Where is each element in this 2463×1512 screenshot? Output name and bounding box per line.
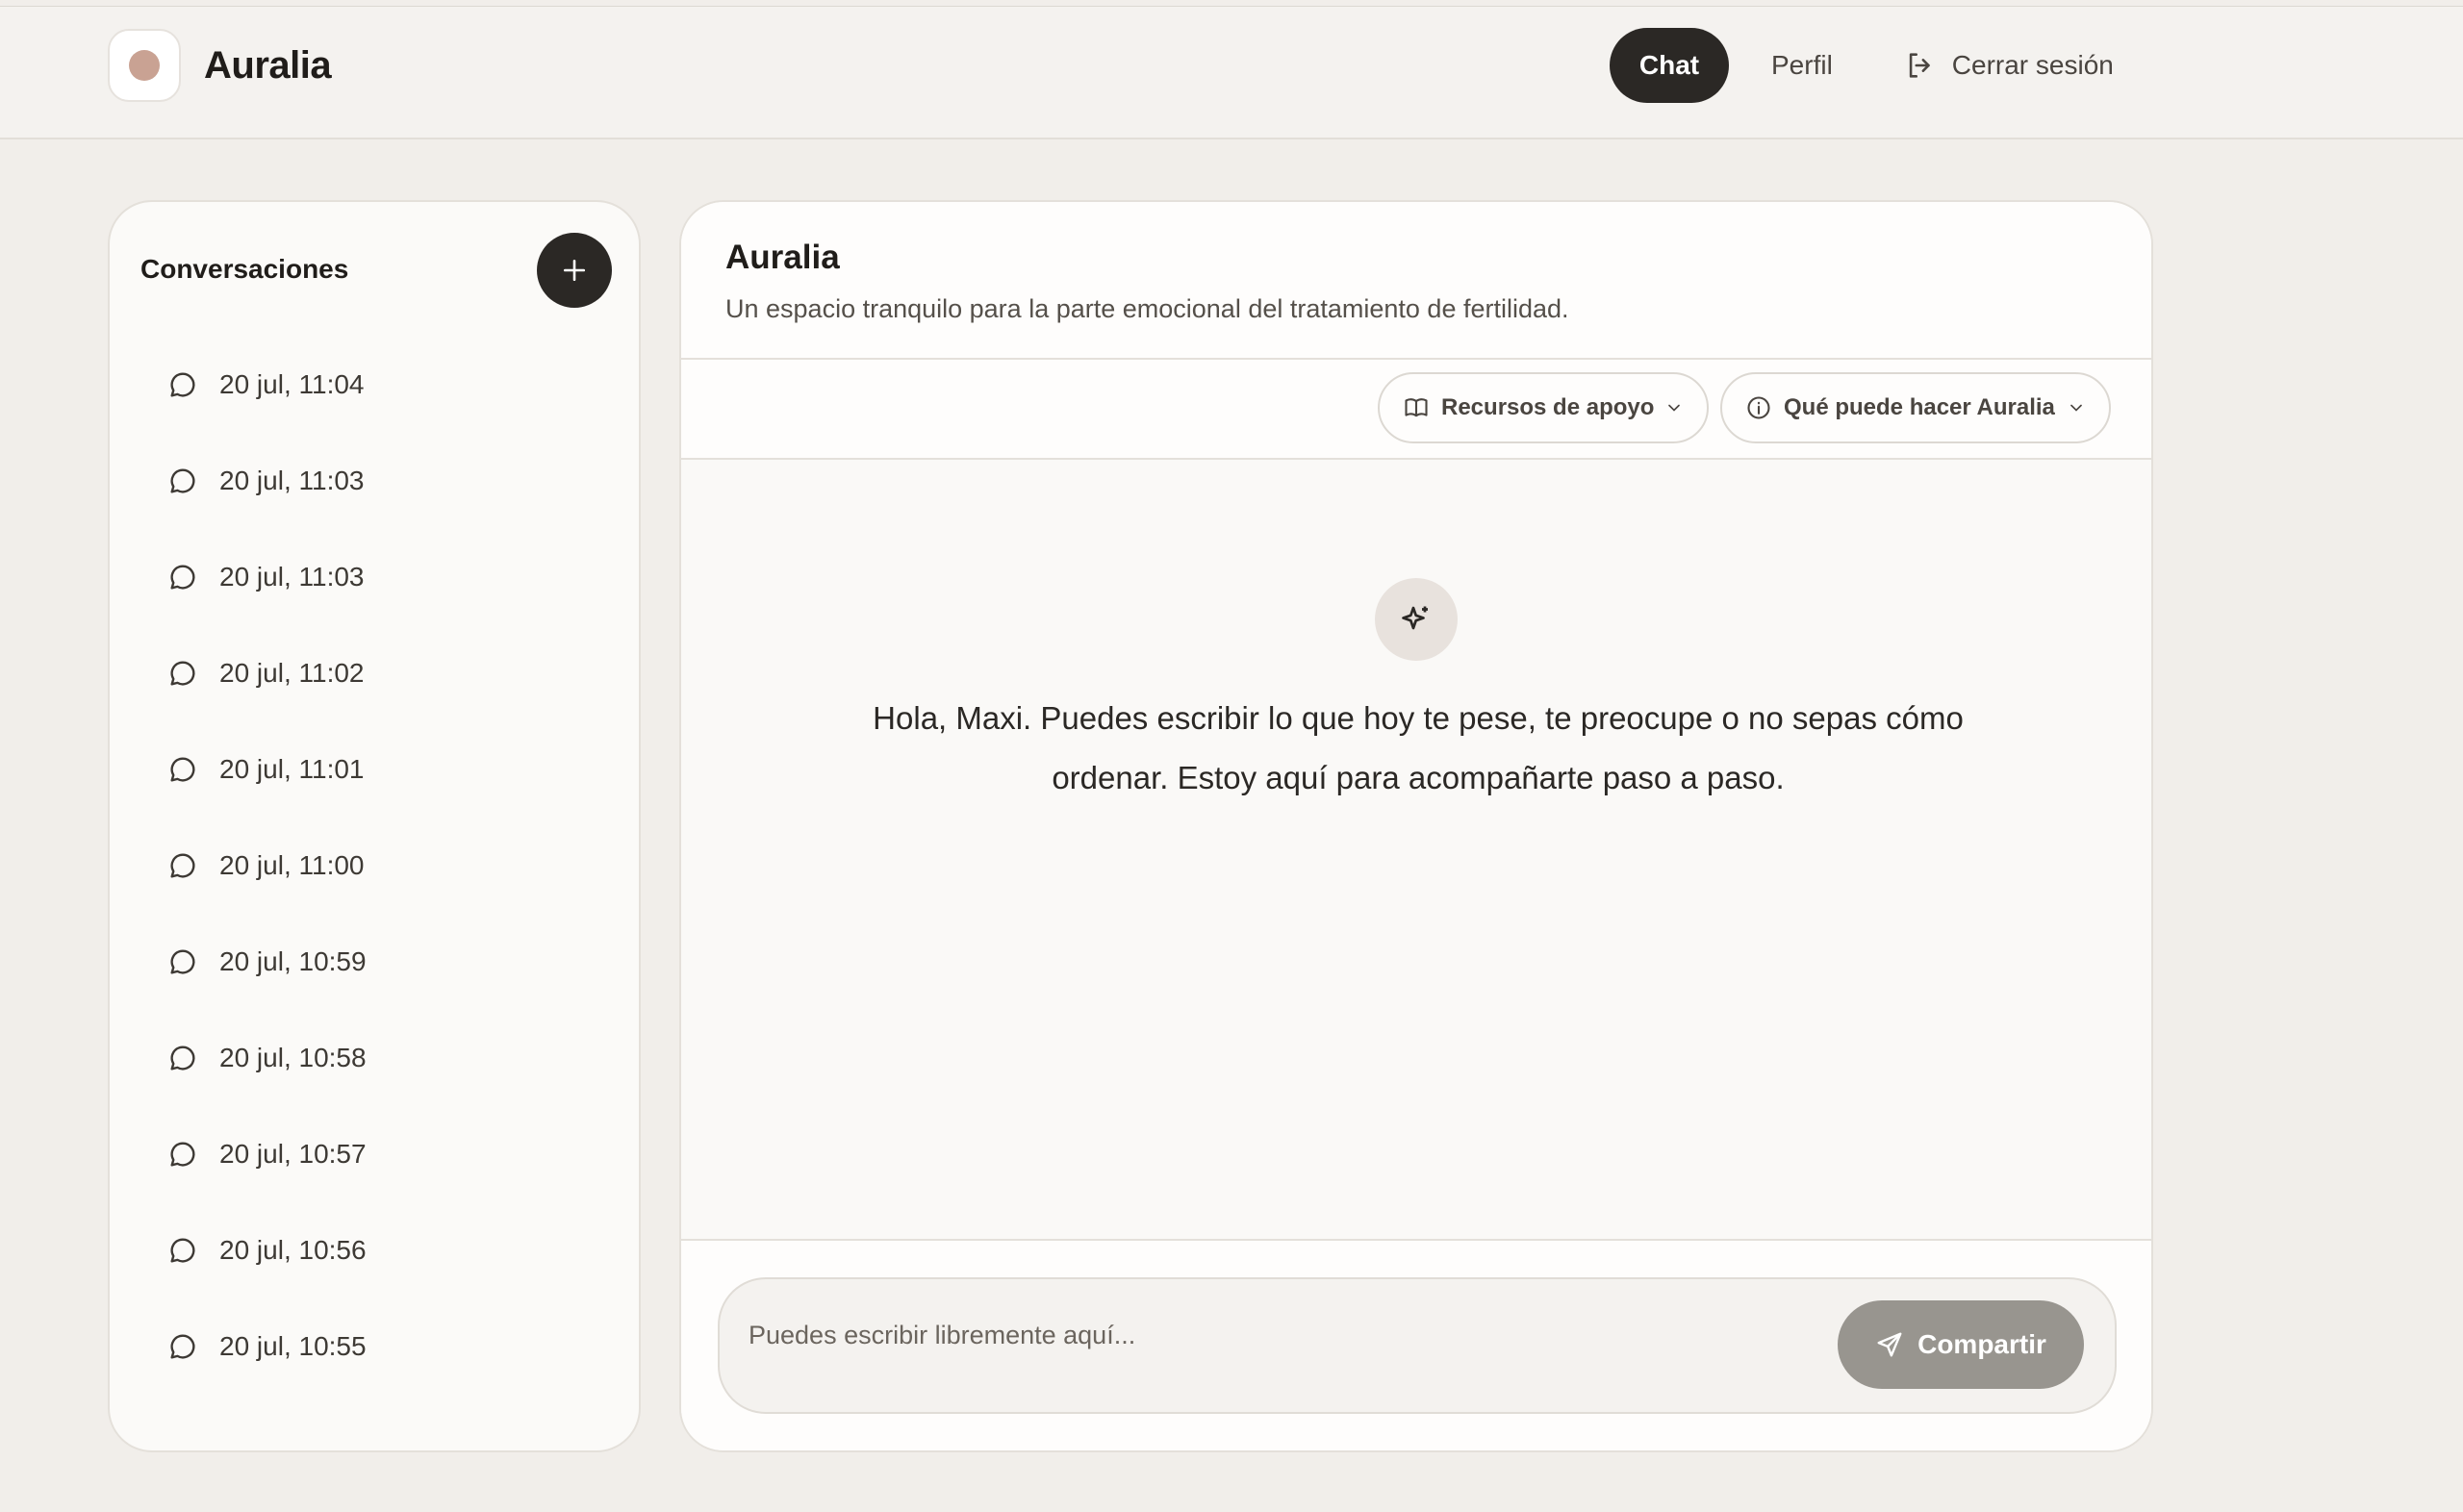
share-label: Compartir [1917, 1329, 2046, 1359]
chevron-down-icon [1668, 404, 1680, 412]
top-bar: Auralia Chat Perfil Cerrar sesión [0, 6, 2463, 139]
nav-chat-tab[interactable]: Chat [1610, 28, 1729, 103]
conversation-item-label: 20 jul, 11:03 [219, 466, 365, 495]
chat-panel: Auralia Un espacio tranquilo para la par… [679, 200, 2153, 1452]
chat-bubble-icon [170, 661, 195, 686]
conversation-item-label: 20 jul, 11:01 [219, 754, 365, 784]
conversation-item[interactable]: 20 jul, 11:01 [167, 721, 367, 818]
chat-bubble-icon [170, 757, 195, 782]
brand[interactable]: Auralia [108, 29, 332, 102]
chat-bubble-icon [170, 1334, 195, 1359]
welcome-area: Hola, Maxi. Puedes escribir lo que hoy t… [681, 460, 2151, 1239]
conversation-item[interactable]: 20 jul, 11:04 [167, 337, 367, 433]
chat-header: Auralia Un espacio tranquilo para la par… [681, 202, 2151, 360]
chat-bubble-icon [170, 565, 195, 590]
info-icon [1747, 396, 1770, 419]
conversation-item[interactable]: 20 jul, 11:03 [167, 529, 367, 625]
conversation-item-label: 20 jul, 11:00 [219, 850, 365, 880]
conversation-list: 20 jul, 11:04 20 jul, 11:03 20 jul, 11:0… [167, 337, 367, 1395]
conversation-item[interactable]: 20 jul, 10:55 [167, 1298, 367, 1395]
brand-logo [108, 29, 181, 102]
main-nav: Chat Perfil Cerrar sesión [1610, 28, 2114, 103]
conversation-item-label: 20 jul, 10:58 [219, 1043, 367, 1072]
conversation-item[interactable]: 20 jul, 10:58 [167, 1010, 367, 1106]
about-auralia-label: Qué puede hacer Auralia [1784, 394, 2055, 420]
chat-bubble-icon [170, 1046, 195, 1071]
logout-button[interactable]: Cerrar sesión [1904, 49, 2114, 82]
composer-area: Compartir [681, 1239, 2151, 1450]
chat-bubble-icon [170, 372, 195, 397]
conversation-item[interactable]: 20 jul, 11:00 [167, 818, 367, 914]
chat-subtitle: Un espacio tranquilo para la parte emoci… [725, 294, 1569, 323]
chat-bubble-icon [170, 1238, 195, 1263]
support-resources-dropdown[interactable]: Recursos de apoyo [1378, 372, 1709, 443]
message-composer: Compartir [718, 1277, 2117, 1414]
chat-bubble-icon [170, 853, 195, 878]
sidebar-title: Conversaciones [140, 254, 349, 284]
conversation-item-label: 20 jul, 11:04 [219, 369, 365, 399]
conversation-item[interactable]: 20 jul, 11:02 [167, 625, 367, 721]
chat-bubble-icon [170, 949, 195, 974]
logout-icon [1909, 53, 1930, 78]
sparkles-icon [1375, 578, 1458, 661]
book-icon [1405, 398, 1428, 417]
message-input[interactable] [749, 1316, 1711, 1354]
chevron-down-icon [2070, 404, 2082, 412]
logout-label: Cerrar sesión [1951, 50, 2114, 80]
conversation-item[interactable]: 20 jul, 10:57 [167, 1106, 367, 1202]
conversation-item-label: 20 jul, 10:55 [219, 1331, 367, 1361]
share-button[interactable]: Compartir [1838, 1300, 2084, 1389]
chat-title: Auralia [725, 239, 840, 276]
conversation-item-label: 20 jul, 11:03 [219, 562, 365, 592]
support-resources-label: Recursos de apoyo [1441, 394, 1655, 420]
nav-profile-tab[interactable]: Perfil [1771, 50, 1833, 81]
conversation-item[interactable]: 20 jul, 11:03 [167, 433, 367, 529]
conversation-item-label: 20 jul, 10:59 [219, 946, 367, 976]
about-auralia-dropdown[interactable]: Qué puede hacer Auralia [1720, 372, 2111, 443]
welcome-message: Hola, Maxi. Puedes escribir lo que hoy t… [873, 700, 1964, 795]
brand-name: Auralia [204, 43, 332, 87]
conversation-item-label: 20 jul, 10:57 [219, 1139, 367, 1169]
plus-icon [563, 259, 586, 282]
brand-dot-icon [129, 50, 160, 81]
conversations-sidebar: Conversaciones 20 jul, 11:04 20 jul, 11:… [108, 200, 641, 1452]
conversation-item-label: 20 jul, 11:02 [219, 658, 365, 688]
send-icon [1877, 1332, 1902, 1357]
conversation-item[interactable]: 20 jul, 10:59 [167, 914, 367, 1010]
chat-bubble-icon [170, 468, 195, 493]
new-conversation-button[interactable] [537, 233, 612, 308]
chat-toolbar: Recursos de apoyo Qué puede hacer Aurali… [681, 360, 2151, 460]
chat-bubble-icon [170, 1142, 195, 1167]
conversation-item-label: 20 jul, 10:56 [219, 1235, 367, 1265]
conversation-item[interactable]: 20 jul, 10:56 [167, 1202, 367, 1298]
